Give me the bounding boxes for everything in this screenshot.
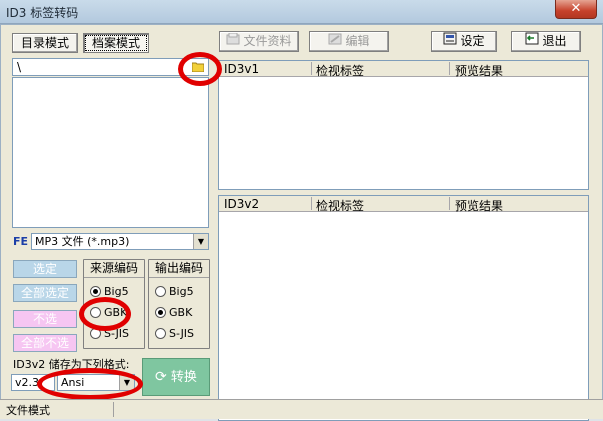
filter-select[interactable]: MP3 文件 (*.mp3) ▼ [31,233,209,250]
id3v1-col-tag[interactable]: ID3v1 [224,62,259,76]
dir-mode-button[interactable]: 目录模式 [12,33,78,53]
edit-label: 编辑 [345,34,370,48]
file-list[interactable] [12,77,209,228]
status-text: 文件模式 [6,404,50,417]
file-info-button[interactable]: 文件资料 [219,31,299,52]
fe-badge-icon: FE [13,235,29,248]
settings-button[interactable]: 设定 [431,31,497,52]
filter-value: MP3 文件 (*.mp3) [35,235,130,248]
id3v2-col-tag[interactable]: ID3v2 [224,197,259,211]
settings-icon [443,32,457,51]
document-icon [226,32,240,51]
id3v2-header: ID3v2 检视标签 预览结果 [219,196,588,214]
id3v2-col-preview[interactable]: 预览结果 [455,197,503,214]
file-info-label: 文件资料 [243,34,292,48]
highlight-oval-folder [178,52,222,86]
source-encoding-label: 来源编码 [84,260,144,278]
highlight-oval-gbk [79,297,131,331]
id3v1-col-preview[interactable]: 预览结果 [455,62,503,79]
chevron-down-icon[interactable]: ▼ [193,234,208,249]
output-encoding-label: 输出编码 [149,260,209,278]
refresh-icon: ⟳ [155,369,167,385]
id3v1-list[interactable]: ID3v1 检视标签 预览结果 [218,60,589,190]
select-all-button[interactable]: 全部选定 [13,284,77,302]
window-title: ID3 标签转码 [6,6,79,20]
output-radio-sjis[interactable]: S-JIS [155,327,194,340]
status-bar: 文件模式 [0,399,603,419]
convert-button[interactable]: ⟳ 转换 [142,358,210,396]
id3v1-col-view[interactable]: 检视标签 [316,62,364,79]
convert-label: 转换 [170,370,197,385]
edit-icon [328,32,342,51]
output-radio-gbk[interactable]: GBK [155,306,192,319]
deselect-all-button[interactable]: 全部不选 [13,334,77,352]
exit-label: 退出 [542,34,567,48]
exit-icon [525,32,539,51]
deselect-button[interactable]: 不选 [13,310,77,328]
path-value: \ [17,60,22,74]
highlight-oval-charset [37,368,143,400]
id3v1-header: ID3v1 检视标签 预览结果 [219,61,588,79]
id3v2-col-view[interactable]: 检视标签 [316,197,364,214]
select-button[interactable]: 选定 [13,260,77,278]
close-button[interactable]: ✕ [555,0,597,19]
edit-button[interactable]: 编辑 [309,31,389,52]
close-icon: ✕ [570,1,582,16]
source-radio-big5[interactable]: Big5 [90,285,129,298]
title-bar: ID3 标签转码 ✕ [0,0,603,24]
settings-label: 设定 [460,34,485,48]
exit-button[interactable]: 退出 [511,31,581,52]
output-radio-big5[interactable]: Big5 [155,285,194,298]
file-mode-button[interactable]: 档案模式 [83,33,149,53]
output-encoding-group: 输出编码 Big5 GBK S-JIS [148,259,210,349]
main-window: 目录模式 档案模式 文件资料 编辑 设定 退出 \ ID3v1 检视标签 预览结… [0,24,603,421]
version-value: v2.3 [15,376,40,389]
